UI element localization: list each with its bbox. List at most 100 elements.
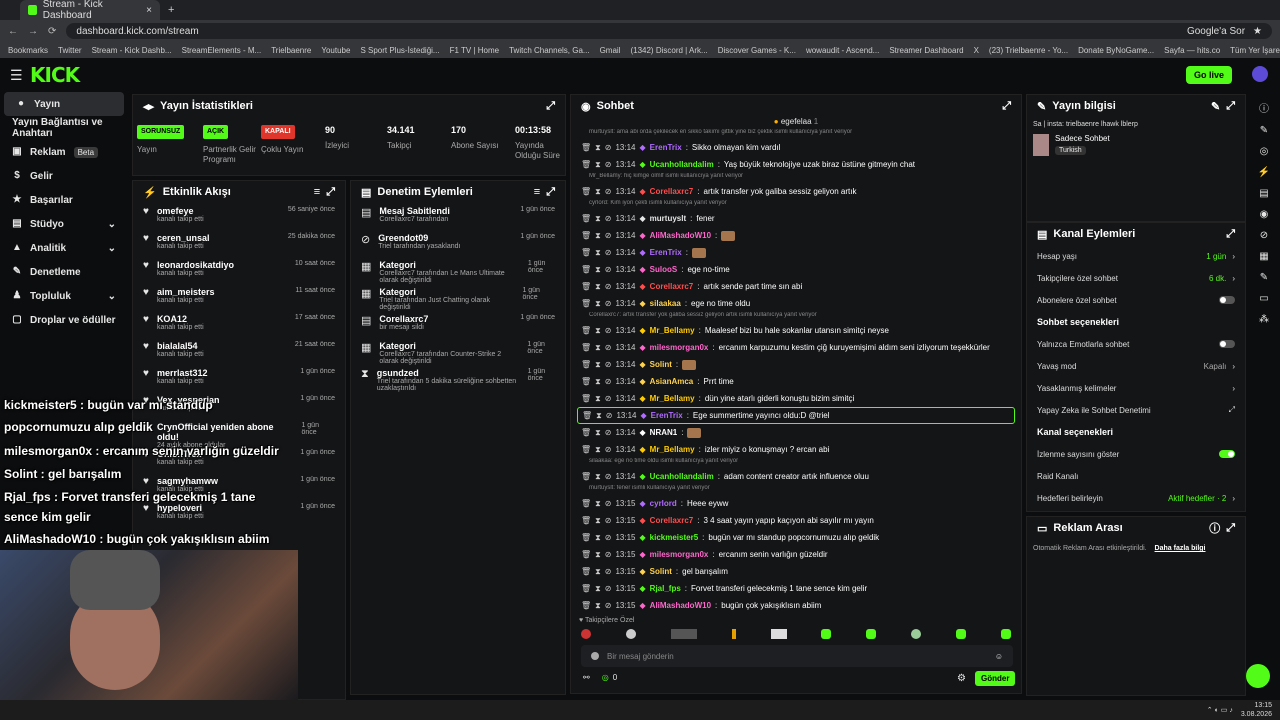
delete-icon[interactable]: 🗑︎ (581, 516, 591, 525)
bolt-icon[interactable]: ⚡ (1258, 167, 1270, 178)
link-icon[interactable]: ⚯ (583, 673, 590, 682)
target-icon[interactable]: ◎ (1260, 146, 1269, 157)
chat-message[interactable]: 🗑︎ ⧗ ⊘ 13:14 ◆ murtuyslt: fener (571, 210, 1021, 227)
bookmark-item[interactable]: (23) Trielbaenre - Yo... (989, 46, 1068, 55)
ban-icon[interactable]: ⊘ (605, 445, 612, 454)
timeout-icon[interactable]: ⧗ (595, 360, 601, 370)
back-icon[interactable]: ← (8, 26, 18, 37)
ban-icon[interactable]: ⊘ (605, 160, 612, 169)
delete-icon[interactable]: 🗑︎ (581, 282, 591, 291)
sidebar-item-6[interactable]: ▲ Analitik ⌄ (0, 236, 128, 260)
emote-icon[interactable] (770, 629, 787, 639)
delete-icon[interactable]: 🗑︎ (581, 248, 591, 257)
emote-icon[interactable] (1000, 629, 1011, 639)
timeout-icon[interactable]: ⧗ (595, 377, 601, 387)
delete-icon[interactable]: 🗑︎ (581, 214, 591, 223)
chat-username[interactable]: SulooS (650, 265, 678, 274)
bookmark-item[interactable]: Discover Games - K... (718, 46, 796, 55)
settings-icon[interactable]: ⚙ (957, 673, 966, 684)
toggle-switch[interactable] (1219, 340, 1235, 348)
emote-icon[interactable] (866, 629, 877, 639)
chat-username[interactable]: milesmorgan0x (650, 343, 709, 352)
ban-icon[interactable]: ⊘ (605, 214, 612, 223)
timeout-icon[interactable]: ⧗ (595, 214, 601, 224)
emote-icon[interactable] (821, 629, 832, 639)
chat-username[interactable]: murtuyslt (650, 214, 686, 223)
chat-message[interactable]: 🗑︎ ⧗ ⊘ 13:15 ◆ milesmorgan0x: ercanım senin va… (571, 546, 1021, 563)
timeout-icon[interactable]: ⧗ (595, 533, 601, 543)
delete-icon[interactable]: 🗑︎ (581, 533, 591, 542)
sidebar-item-2[interactable]: ▣ Reklam Beta (0, 140, 128, 164)
chat-message[interactable]: 🗑︎ ⧗ ⊘ 13:14 ◆ Mr_Bellamy: Maalesef bizi bu ha… (571, 322, 1021, 339)
sidebar-item-9[interactable]: ▢ Droplar ve ödüller (0, 308, 128, 332)
chat-username[interactable]: Corellaxrc7 (650, 187, 694, 196)
bookmark-item[interactable]: Donate ByNoGame... (1078, 46, 1154, 55)
avatar[interactable] (1252, 66, 1268, 82)
edit-icon[interactable]: ✎ (1211, 100, 1220, 113)
bookmark-item[interactable]: Sayfa — hits.co (1164, 46, 1220, 55)
timeout-icon[interactable]: ⧗ (595, 516, 601, 526)
new-tab-icon[interactable]: + (168, 4, 174, 16)
chat-icon[interactable]: ◉ (1260, 209, 1269, 220)
timeout-icon[interactable]: ⧗ (595, 394, 601, 404)
activity-user[interactable]: aim_meisters (157, 287, 215, 297)
emote-icon[interactable] (625, 629, 636, 639)
chat-message[interactable]: 🗑︎ ⧗ ⊘ 13:14 ◆ Ucanhollandalim: adam content c… (571, 468, 1021, 485)
activity-user[interactable]: KOA12 (157, 314, 204, 324)
chat-username[interactable]: AliMashadoW10 (650, 601, 711, 610)
ban-icon[interactable]: ⊘ (605, 516, 612, 525)
timeout-icon[interactable]: ⧗ (595, 550, 601, 560)
activity-user[interactable]: leonardosikatdiyo (157, 260, 234, 270)
ban-icon[interactable]: ⊘ (605, 394, 612, 403)
delete-icon[interactable]: 🗑︎ (581, 231, 591, 240)
timeout-icon[interactable]: ⧗ (595, 326, 601, 336)
timeout-icon[interactable]: ⧗ (595, 265, 601, 275)
chat-username[interactable]: Corellaxrc7 (650, 282, 694, 291)
sidebar-item-7[interactable]: ✎ Denetleme (0, 260, 128, 284)
learn-more-link[interactable]: Daha fazla bilgi (1155, 545, 1206, 552)
ban-icon[interactable]: ⊘ (605, 377, 612, 386)
timeout-icon[interactable]: ⧗ (595, 231, 601, 241)
tray-icons[interactable]: ⌃ ◐ ▭ ♪ (1207, 706, 1233, 714)
emote-icon[interactable] (956, 629, 966, 639)
chat-username[interactable]: ErenTrix (650, 248, 682, 257)
chat-username[interactable]: silaakaa (650, 299, 681, 308)
chat-message[interactable]: 🗑︎ ⧗ ⊘ 13:14 ◆ AliMashadoW10: (571, 227, 1021, 244)
pen-icon[interactable]: ✎ (1260, 125, 1268, 136)
ban-icon[interactable]: ⊘ (605, 428, 612, 437)
delete-icon[interactable]: 🗑︎ (581, 499, 591, 508)
activity-user[interactable]: CrynOfficial yeniden abone oldu! (157, 422, 294, 442)
filter-icon[interactable]: ≡ (314, 186, 320, 198)
chat-username[interactable]: Mr_Bellamy (650, 445, 695, 454)
bookmark-item[interactable]: S Sport Plus-İstediği... (360, 46, 439, 55)
ban-icon[interactable]: ⊘ (605, 282, 612, 291)
chat-message[interactable]: 🗑︎ ⧗ ⊘ 13:15 ◆ AliMashadoW10: bugün çok yakışı… (571, 597, 1021, 614)
delete-icon[interactable]: 🗑︎ (581, 265, 591, 274)
popout-icon[interactable]: ⤢ (326, 186, 335, 199)
delete-icon[interactable]: 🗑︎ (581, 299, 591, 308)
setting-row[interactable]: Takipçilere özel sohbet 6 dk. › (1027, 267, 1245, 289)
delete-icon[interactable]: 🗑︎ (581, 343, 591, 352)
chat-message[interactable]: 🗑︎ ⧗ ⊘ 13:14 ◆ ErenTrix: (571, 244, 1021, 261)
popout-icon[interactable]: ⤢ (1226, 522, 1235, 535)
setting-row[interactable]: Hesap yaşı 1 gün › (1027, 245, 1245, 267)
setting-row[interactable]: Abonelere özel sohbet (1027, 289, 1245, 311)
info-icon[interactable]: ⓘ (1259, 100, 1269, 115)
bookmark-item[interactable]: Streamer Dashboard (889, 46, 963, 55)
bookmark-item[interactable]: Twitch Channels, Ga... (509, 46, 589, 55)
chat-username[interactable]: Ucanhollandalim (650, 160, 714, 169)
chat-message[interactable]: 🗑︎ ⧗ ⊘ 13:14 ◆ AsianAmca: Prrt time (571, 373, 1021, 390)
delete-icon[interactable]: 🗑︎ (581, 360, 591, 369)
chat-message[interactable]: 🗑︎ ⧗ ⊘ 13:15 ◆ Rjal_fps: Forvet transferi gele… (571, 580, 1021, 597)
setting-row[interactable]: Hedefleri belirleyin Aktif hedefler · 2 › (1027, 487, 1245, 509)
ban-icon[interactable]: ⊘ (605, 360, 612, 369)
send-button[interactable]: Gönder (975, 671, 1016, 686)
kick-logo[interactable]: KICK (30, 63, 80, 87)
timeout-icon[interactable]: ⧗ (595, 428, 601, 438)
chat-username[interactable]: AliMashadoW10 (650, 231, 711, 240)
delete-icon[interactable]: 🗑︎ (581, 394, 591, 403)
chat-message[interactable]: 🗑︎ ⧗ ⊘ 13:14 ◆ Mr_Bellamy: dün yine atarlı gid… (571, 390, 1021, 407)
browser-tab[interactable]: Stream - Kick Dashboard × (20, 0, 160, 21)
activity-user[interactable]: bialalal54 (157, 341, 204, 351)
bookmark-item[interactable]: Twitter (58, 46, 82, 55)
